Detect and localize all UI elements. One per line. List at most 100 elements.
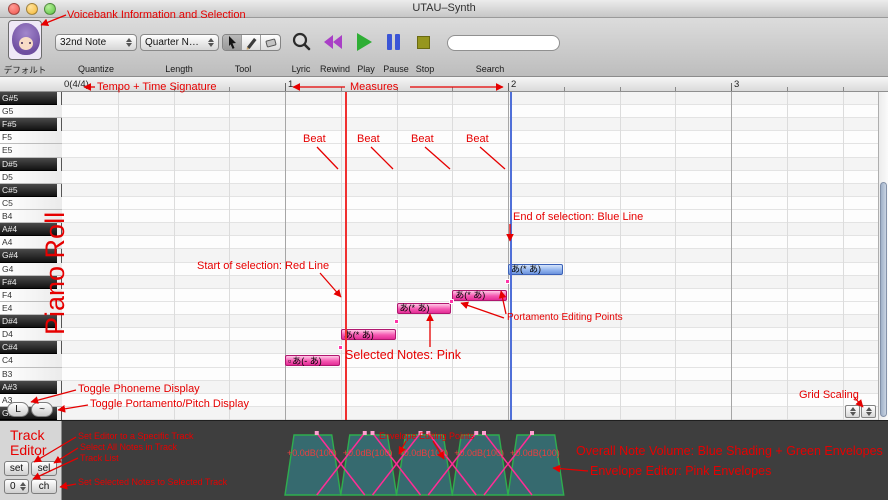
measure-ruler[interactable]: 0(4/4) 1 2 3 [0, 77, 888, 92]
ruler-tick [619, 87, 621, 91]
selection-end-line[interactable] [510, 92, 512, 420]
set-track-button[interactable]: set [4, 461, 29, 476]
beat-line [786, 92, 788, 420]
envelope-editor[interactable]: +0.0dB(100) +0.0dB(100) +0.0dB(100) +0.0dB(… [62, 421, 878, 500]
search-field[interactable] [447, 35, 588, 51]
toolbar: デフォルト 32nd Note Quantize Quarter N… Leng… [0, 18, 888, 77]
stop-label: Stop [415, 64, 435, 74]
grid-row [62, 210, 878, 224]
piano-key-C4[interactable]: C4 [0, 354, 62, 368]
piano-key-label: C#5 [2, 184, 18, 195]
envelope-db-label: +0.0dB(100) [454, 448, 505, 458]
voicebank-selector[interactable] [8, 20, 42, 60]
measure-number-3: 3 [734, 79, 740, 90]
piano-key-label: E4 [2, 302, 13, 313]
piano-key-label: D5 [2, 171, 13, 182]
grid-row [62, 131, 878, 145]
pause-button[interactable] [387, 34, 403, 50]
piano-key-F5[interactable]: F5 [0, 131, 62, 145]
piano-key-label: G4 [2, 263, 14, 274]
piano-key-D4[interactable]: D4 [0, 328, 62, 342]
toggle-phoneme-button[interactable]: L [7, 402, 29, 417]
grid-scale-horizontal-stepper[interactable] [845, 405, 860, 418]
portamento-point[interactable] [393, 318, 399, 324]
piano-key-G#4[interactable]: G#4 [0, 249, 57, 263]
envelope-db-label: +0.0dB(100) [287, 448, 337, 458]
rewind-button[interactable] [324, 35, 342, 49]
quantize-dropdown[interactable]: 32nd Note [55, 34, 137, 51]
piano-key-F#4[interactable]: F#4 [0, 275, 57, 289]
stop-icon [417, 36, 430, 49]
piano-key-B4[interactable]: B4 [0, 210, 62, 224]
change-track-button[interactable]: ch [31, 479, 57, 494]
stepper-down-icon [865, 412, 872, 416]
piano-key-label: D4 [2, 329, 13, 340]
piano-key-C#4[interactable]: C#4 [0, 341, 57, 355]
grid-row [62, 328, 878, 342]
piano-key-E5[interactable]: E5 [0, 144, 62, 158]
piano-key-C5[interactable]: C5 [0, 196, 62, 211]
length-value: Quarter N… [145, 37, 199, 48]
piano-key-F4[interactable]: F4 [0, 288, 62, 302]
beat-line [173, 92, 175, 420]
grid-row [62, 197, 878, 211]
piano-key-G#5[interactable]: G#5 [0, 92, 57, 106]
piano-key-label: D#4 [2, 316, 18, 327]
beat-line [619, 92, 621, 420]
pointer-tool-button[interactable] [223, 35, 242, 50]
grid-row [62, 354, 878, 368]
note-lyric: あ(* あ) [343, 329, 374, 340]
play-button[interactable] [357, 33, 372, 51]
note-C4[interactable]: ▫ あ(- あ) [285, 355, 340, 367]
tempo-time-signature[interactable]: 0(4/4) [64, 79, 89, 90]
pencil-tool-button[interactable] [242, 35, 261, 50]
note-E4[interactable]: あ(* あ) [396, 302, 452, 314]
vertical-scrollbar-thumb[interactable] [880, 182, 887, 417]
track-editor-panel: set sel 0 ch [0, 421, 62, 500]
piano-key-label: A4 [2, 237, 13, 248]
note-G4[interactable]: あ(* あ) [508, 263, 563, 275]
lyric-button[interactable] [291, 31, 312, 52]
note-F4[interactable]: あ(* あ) [452, 289, 507, 301]
portamento-point[interactable] [337, 344, 343, 350]
piano-key-F#5[interactable]: F#5 [0, 118, 57, 132]
grid-row [62, 144, 878, 158]
piano-key-D5[interactable]: D5 [0, 170, 62, 184]
grid-row [62, 302, 878, 316]
length-dropdown[interactable]: Quarter N… [140, 34, 219, 51]
select-all-notes-button[interactable]: sel [31, 461, 57, 476]
piano-key-A#4[interactable]: A#4 [0, 223, 57, 237]
piano-key-G4[interactable]: G4 [0, 262, 62, 276]
piano-key-C#5[interactable]: C#5 [0, 183, 57, 197]
vertical-scrollbar[interactable] [878, 92, 888, 420]
note-grid[interactable]: ▫ あ(- あ) あ(* あ) あ(* あ) あ(* あ) あ(* あ) [62, 92, 878, 420]
pause-icon [395, 34, 400, 50]
grid-row [62, 171, 878, 184]
window-title: UTAU–Synth [412, 2, 476, 14]
track-list-stepper[interactable]: 0 [4, 479, 29, 494]
piano-key-D#4[interactable]: D#4 [0, 315, 57, 329]
piano-key-E4[interactable]: E4 [0, 301, 62, 316]
piano-key-A#3[interactable]: A#3 [0, 380, 57, 394]
selection-start-line[interactable] [345, 92, 347, 420]
beat-line [340, 92, 342, 420]
search-input[interactable] [456, 37, 588, 49]
rewind-label: Rewind [319, 64, 351, 74]
piano-key-A4[interactable]: A4 [0, 236, 62, 250]
piano-key-G5[interactable]: G5 [0, 105, 62, 119]
ruler-tick [675, 87, 677, 91]
piano-key-D#5[interactable]: D#5 [0, 157, 57, 171]
grid-row [62, 368, 878, 381]
piano-key-label: C5 [2, 197, 13, 208]
note-D4[interactable]: あ(* あ) [340, 329, 396, 341]
grid-row [62, 249, 878, 263]
grid-scale-vertical-stepper[interactable] [861, 405, 876, 418]
portamento-point[interactable] [449, 298, 455, 304]
beat-line [452, 92, 454, 420]
toggle-portamento-button[interactable]: ~ [31, 402, 53, 417]
eraser-tool-button[interactable] [261, 35, 280, 50]
piano-key-label: A#3 [2, 381, 18, 392]
stop-button[interactable] [417, 36, 430, 49]
piano-key-B3[interactable]: B3 [0, 367, 62, 381]
voicebank-avatar-eye [29, 42, 31, 44]
